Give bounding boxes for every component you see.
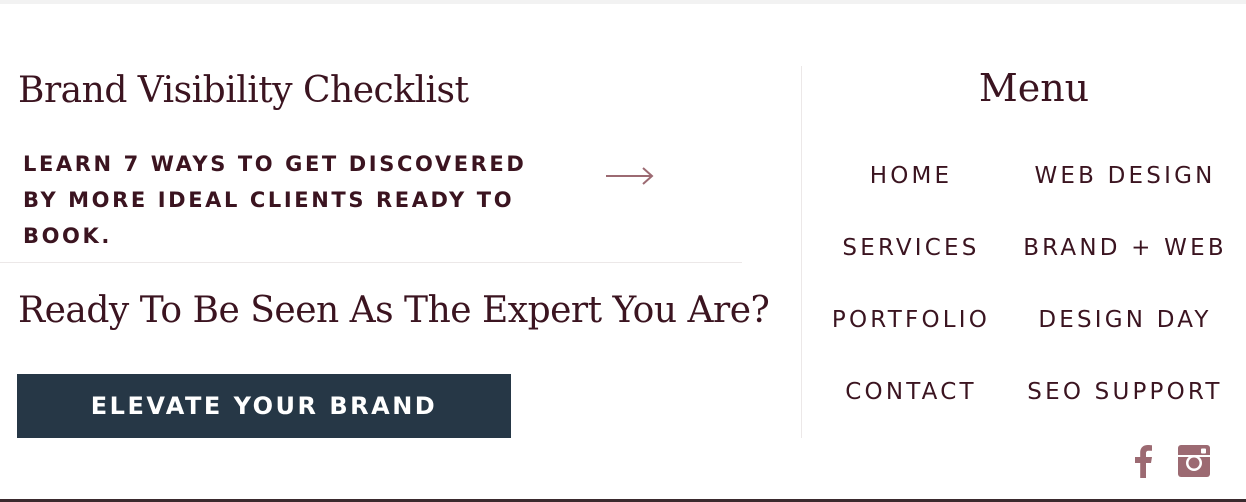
menu-item-design-day[interactable]: DESIGN DAY xyxy=(1015,305,1235,335)
cta-title: Ready To Be Seen As The Expert You Are? xyxy=(18,290,770,331)
checklist-link[interactable]: LEARN 7 WAYS TO GET DISCOVERED BY MORE I… xyxy=(23,146,673,248)
top-divider xyxy=(0,0,1246,4)
facebook-link[interactable] xyxy=(1130,444,1156,478)
menu-item-brand-web[interactable]: BRAND + WEB xyxy=(1015,233,1235,263)
facebook-icon xyxy=(1135,445,1152,478)
checklist-title: Brand Visibility Checklist xyxy=(18,70,469,111)
instagram-icon xyxy=(1178,445,1210,477)
menu-item-home[interactable]: HOME xyxy=(801,161,1021,191)
menu-item-portfolio[interactable]: PORTFOLIO xyxy=(801,305,1021,335)
menu-item-services[interactable]: SERVICES xyxy=(801,233,1021,263)
section-divider xyxy=(0,262,742,263)
checklist-description: LEARN 7 WAYS TO GET DISCOVERED BY MORE I… xyxy=(23,152,527,248)
instagram-link[interactable] xyxy=(1177,444,1211,478)
menu-item-seo-support[interactable]: SEO SUPPORT xyxy=(1015,377,1235,407)
menu-title: Menu xyxy=(978,66,1090,110)
menu-item-web-design[interactable]: WEB DESIGN xyxy=(1015,161,1235,191)
elevate-brand-button[interactable]: ELEVATE YOUR BRAND xyxy=(17,374,511,438)
arrow-right-icon xyxy=(606,167,654,185)
menu-item-contact[interactable]: CONTACT xyxy=(801,377,1021,407)
